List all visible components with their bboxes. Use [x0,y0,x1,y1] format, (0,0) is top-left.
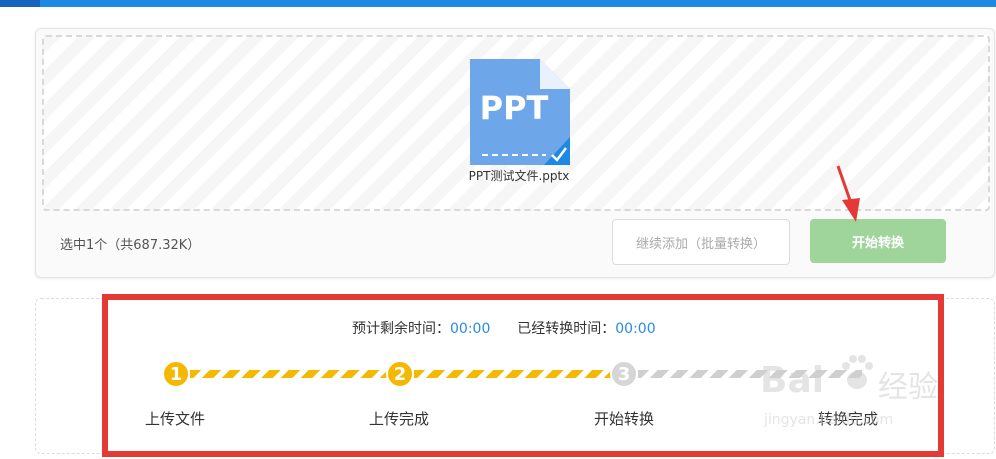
selection-count: 选中1个（共687.32K） [60,238,201,253]
file-name: PPT测试文件.pptx [468,169,570,183]
upload-card: PPT PPT测试文件.pptx 选中1个（共687.32K） 继续添加（批量转… [35,28,995,278]
red-arrow-annotation [836,165,860,222]
highlight-annotation-box [102,294,944,457]
top-accent-bar-tab [0,0,40,7]
ppt-file-icon: PPT [470,59,570,165]
top-accent-bar [0,0,996,7]
continue-add-button[interactable]: 继续添加（批量转换） [612,219,790,265]
ppt-file-icon-label: PPT [480,89,549,127]
